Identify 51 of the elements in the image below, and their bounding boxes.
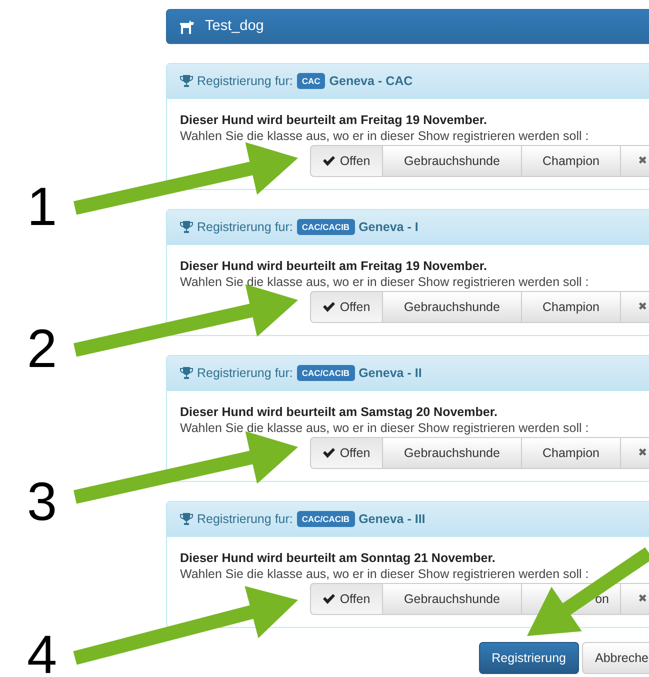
checkmark-icon <box>322 156 335 166</box>
callout-number: 1 <box>27 180 58 234</box>
cancel-button[interactable]: Abbreche <box>582 642 649 674</box>
trophy-icon <box>180 513 193 525</box>
class-option-button[interactable]: Gebrauchshunde <box>382 583 522 615</box>
class-option-button[interactable]: Gebrauchshunde <box>382 291 522 323</box>
judging-date-text: Dieser Hund wird beurteilt am Freitag 19 November. <box>180 112 488 128</box>
registration-label: Registrierung fur: <box>197 510 293 528</box>
checkmark-icon <box>322 302 335 312</box>
checkmark-icon <box>322 448 335 458</box>
show-name: Geneva - II <box>358 364 422 382</box>
checkmark-icon <box>322 594 335 604</box>
callout-number: 2 <box>27 322 58 376</box>
class-badge: CAC/CACIB <box>296 510 355 528</box>
class-option-button[interactable]: Offen <box>310 291 383 323</box>
class-option-button[interactable]: Champion <box>521 291 621 323</box>
show-name: Geneva - III <box>358 510 426 528</box>
clear-button[interactable]: ✖ <box>620 437 649 469</box>
judging-date-text: Dieser Hund wird beurteilt am Sonntag 21 November. <box>180 550 496 566</box>
class-option-button[interactable]: Offen <box>310 437 383 469</box>
callout-number: 4 <box>27 628 58 677</box>
show-name: Geneva - CAC <box>329 72 413 90</box>
class-prompt-text: Wahlen Sie die klasse aus, wo er in dieser Show registrieren werden soll : <box>180 128 590 144</box>
class-option-button[interactable]: Champion <box>521 145 621 177</box>
clear-button[interactable]: ✖ <box>620 291 649 323</box>
clear-button[interactable]: ✖ <box>620 583 649 615</box>
registration-label: Registrierung fur: <box>197 364 293 382</box>
class-prompt-text: Wahlen Sie die klasse aus, wo er in dieser Show registrieren werden soll : <box>180 420 590 436</box>
class-option-button[interactable]: Gebrauchshunde <box>382 145 522 177</box>
class-option-button[interactable]: Offen <box>310 145 383 177</box>
trophy-icon <box>180 75 193 87</box>
class-badge: CAC <box>296 72 326 90</box>
clear-button[interactable]: ✖ <box>620 145 649 177</box>
class-badge: CAC/CACIB <box>296 364 355 382</box>
dog-icon <box>179 19 195 34</box>
show-name: Geneva - I <box>358 218 418 236</box>
class-prompt-text: Wahlen Sie die klasse aus, wo er in dieser Show registrieren werden soll : <box>180 566 590 582</box>
class-option-button[interactable]: Champion <box>521 437 621 469</box>
class-badge: CAC/CACIB <box>296 218 355 236</box>
registration-label: Registrierung fur: <box>197 72 293 90</box>
class-prompt-text: Wahlen Sie die klasse aus, wo er in dieser Show registrieren werden soll : <box>180 274 590 290</box>
trophy-icon <box>180 221 193 233</box>
class-option-button[interactable]: Gebrauchshunde <box>382 437 522 469</box>
title-text: Test_dog <box>205 16 264 36</box>
registration-label: Registrierung fur: <box>197 218 293 236</box>
judging-date-text: Dieser Hund wird beurteilt am Samstag 20 November. <box>180 404 498 420</box>
callout-number: 3 <box>27 475 58 529</box>
register-button[interactable]: Registrierung <box>478 642 579 674</box>
class-option-button[interactable]: Offen <box>310 583 383 615</box>
judging-date-text: Dieser Hund wird beurteilt am Freitag 19 November. <box>180 258 488 274</box>
trophy-icon <box>180 367 193 379</box>
